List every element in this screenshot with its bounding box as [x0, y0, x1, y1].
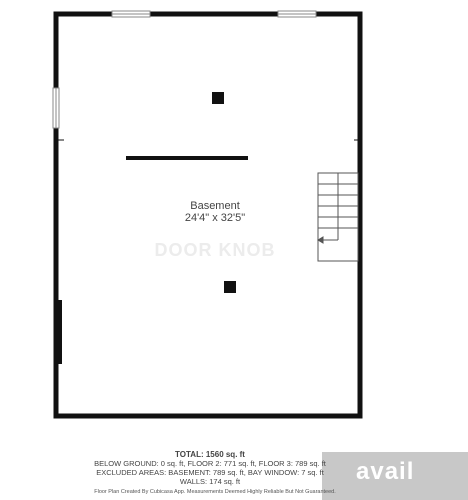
walls-area: WALLS: 174 sq. ft [179, 477, 241, 486]
room-dimensions: 24'4" x 32'5" [184, 212, 246, 224]
disclaimer: Floor Plan Created By Cubicasa App. Meas… [94, 489, 336, 495]
room-name: Basement [190, 200, 240, 212]
left-wall-segment [54, 300, 62, 364]
support-column-top [212, 92, 224, 104]
avail-logo: avail [356, 458, 415, 485]
below-ground-area: BELOW GROUND: 0 sq. ft, FLOOR 2: 771 sq.… [94, 459, 326, 468]
excluded-areas: EXCLUDED AREAS: BASEMENT: 789 sq. ft, BA… [96, 468, 324, 477]
total-area: TOTAL: 1560 sq. ft [175, 450, 245, 459]
staircase [317, 172, 359, 262]
interior-beam [126, 156, 248, 160]
support-column-bottom [224, 281, 236, 293]
watermark: DOOR KNOB [154, 240, 276, 260]
